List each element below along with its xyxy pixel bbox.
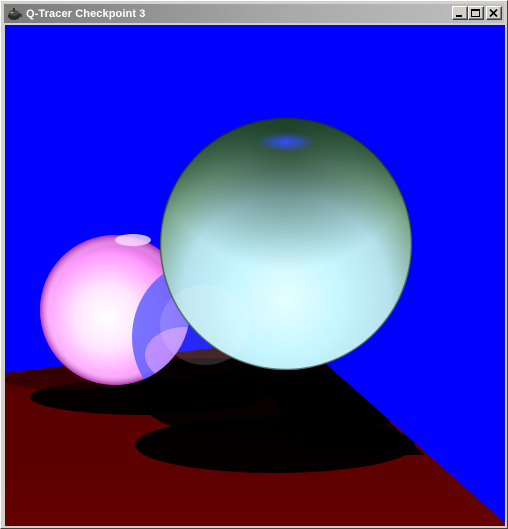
title-bar[interactable]: Q-Tracer Checkpoint 3 bbox=[4, 4, 504, 23]
green-glass-sphere bbox=[159, 117, 413, 371]
raytraced-scene bbox=[5, 25, 505, 526]
minimize-icon bbox=[456, 15, 462, 17]
render-canvas[interactable] bbox=[5, 25, 505, 526]
minimize-button[interactable] bbox=[452, 6, 468, 20]
app-window: Q-Tracer Checkpoint 3 bbox=[0, 0, 508, 529]
teapot-icon[interactable] bbox=[6, 6, 22, 22]
close-button[interactable] bbox=[486, 6, 502, 20]
close-icon bbox=[489, 9, 498, 18]
maximize-icon bbox=[471, 9, 480, 17]
maximize-button[interactable] bbox=[468, 6, 484, 20]
window-controls bbox=[452, 6, 502, 20]
window-title: Q-Tracer Checkpoint 3 bbox=[26, 7, 146, 20]
